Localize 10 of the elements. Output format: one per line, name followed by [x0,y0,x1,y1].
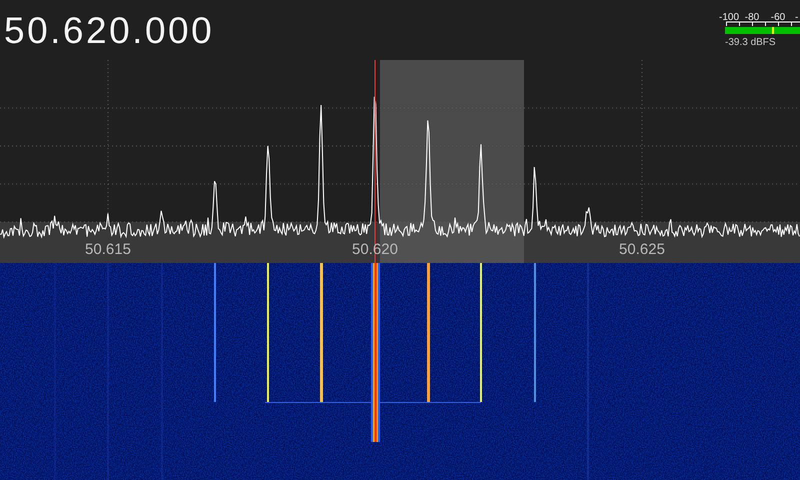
frequency-label: 50.625 [619,241,665,258]
frequency-display: 50.620.000 [4,9,214,53]
signal-reading: -39.3 dBFS [725,37,777,49]
scale-label: -100 [719,12,739,23]
scale-label: - [795,12,798,23]
scale-label: -60 [770,12,786,23]
tuning-marker[interactable] [374,60,376,263]
scale-label: -80 [744,12,760,23]
frequency-label: 50.615 [85,241,131,258]
squelch-marker[interactable] [772,27,774,34]
